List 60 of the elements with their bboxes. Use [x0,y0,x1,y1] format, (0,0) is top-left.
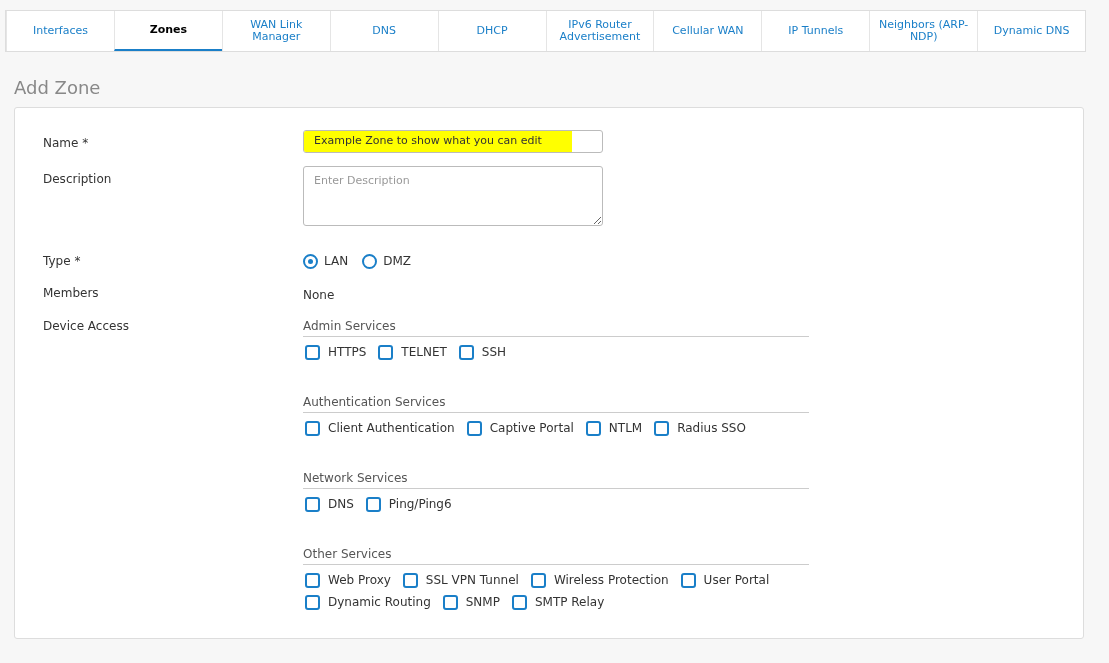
checkbox[interactable] [305,496,320,512]
checkbox[interactable] [680,572,696,588]
checkbox[interactable] [305,594,320,610]
description-field[interactable]: Enter Description [303,166,603,226]
checkbox[interactable] [466,420,482,436]
tab[interactable]: DNS [329,11,438,51]
tab[interactable]: Zones [113,11,222,51]
checkbox-option[interactable]: Web Proxy [303,571,391,589]
checkbox-option[interactable]: SNMP [440,593,500,611]
group-heading: Network Services [303,469,809,489]
checkbox-option[interactable]: DNS [303,495,354,513]
checkbox[interactable] [585,420,601,436]
field-label: Name * [43,135,90,152]
checkbox[interactable] [530,572,546,588]
field-label: Description [43,171,113,188]
checkbox[interactable] [305,344,320,360]
radio-button[interactable] [303,253,318,269]
checkbox-option[interactable]: Radius SSO [652,419,746,437]
tab[interactable]: IP Tunnels [761,11,870,51]
checkbox[interactable] [305,572,320,588]
checkbox-option[interactable]: NTLM [583,419,643,437]
tab[interactable]: IPv6 Router Advertisement [545,11,654,51]
checkbox-option[interactable]: Wireless Protection [528,571,669,589]
checkbox-option[interactable]: Captive Portal [464,419,574,437]
checkbox-option[interactable]: SSH [456,343,507,361]
members-value: None [303,287,336,304]
tab[interactable]: Cellular WAN [653,11,762,51]
group-heading: Admin Services [303,317,809,337]
field-value: Example Zone to show what you can edit [304,131,572,152]
group-heading: Authentication Services [303,393,809,413]
checkbox[interactable] [511,594,527,610]
checkbox[interactable] [402,572,418,588]
checkbox[interactable] [305,420,320,436]
radio-option[interactable]: LAN [303,252,349,270]
radio-button[interactable] [362,253,378,269]
checkbox[interactable] [654,420,670,436]
tab[interactable]: Dynamic DNS [977,11,1086,51]
tab[interactable]: WAN Link Manager [221,11,330,51]
checkbox-option[interactable]: Ping/Ping6 [363,495,452,513]
radio-option[interactable]: DMZ [362,252,411,270]
field-label: Type * [43,253,82,270]
group-heading: Other Services [303,545,809,565]
page-title: Add Zone [14,76,102,100]
checkbox-option[interactable]: Client Authentication [303,419,455,437]
checkbox[interactable] [458,344,474,360]
checkbox-option[interactable]: SSL VPN Tunnel [400,571,519,589]
checkbox-option[interactable]: HTTPS [303,343,367,361]
checkbox-option[interactable]: Dynamic Routing [303,593,431,611]
name-field[interactable]: Example Zone to show what you can edit [303,130,603,153]
tab[interactable]: Interfaces [6,11,114,51]
checkbox[interactable] [378,344,394,360]
tab[interactable]: DHCP [437,11,546,51]
field-label: Members [43,285,100,302]
checkbox[interactable] [365,496,381,512]
field-label: Device Access [43,318,130,335]
checkbox[interactable] [442,594,458,610]
checkbox-option[interactable]: SMTP Relay [509,593,605,611]
checkbox-option[interactable]: User Portal [678,571,770,589]
tab[interactable]: Neighbors (ARP-NDP) [869,11,978,51]
checkbox-option[interactable]: TELNET [376,343,447,361]
